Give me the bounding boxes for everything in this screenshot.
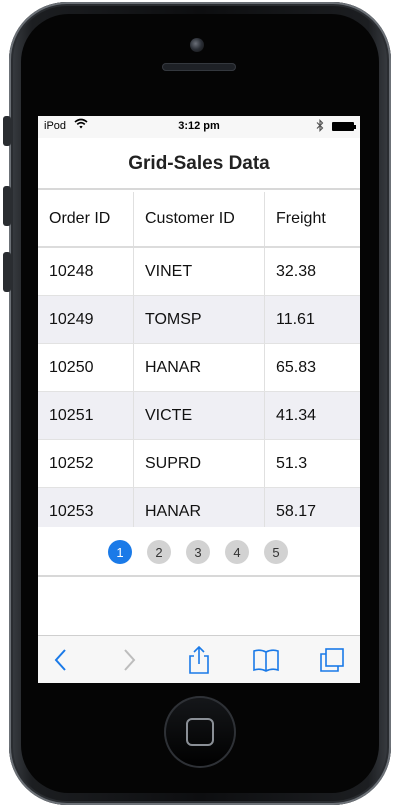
freight-cell: 11.61 — [264, 296, 360, 343]
screen: iPod 3:12 pm Grid-Sales Data Order ID Cu… — [38, 116, 360, 683]
order-id-cell: 10249 — [49, 310, 94, 328]
order-id-cell: 10250 — [49, 358, 94, 376]
table-row[interactable]: 10248 VINET 32.38 — [38, 248, 360, 296]
customer-id-cell: HANAR — [133, 344, 264, 391]
column-header-customer-id[interactable]: Customer ID — [133, 192, 264, 246]
status-time: 3:12 pm — [178, 120, 220, 132]
customer-id-cell: VINET — [133, 248, 264, 295]
bluetooth-icon — [316, 119, 324, 135]
freight-cell: 41.34 — [264, 392, 360, 439]
page-button-4[interactable]: 4 — [225, 540, 249, 564]
freight-cell: 32.38 — [264, 248, 360, 295]
tabs-icon[interactable] — [318, 646, 344, 674]
order-id-cell: 10252 — [49, 454, 94, 472]
page-title: Grid-Sales Data — [128, 153, 270, 174]
page-button-3[interactable]: 3 — [186, 540, 210, 564]
column-header-order-id[interactable]: Order ID — [38, 192, 133, 246]
table-row[interactable]: 10251 VICTE 41.34 — [38, 392, 360, 440]
volume-down-button — [3, 252, 11, 292]
customer-id-cell: VICTE — [133, 392, 264, 439]
battery-icon — [332, 122, 356, 131]
browser-toolbar — [38, 635, 360, 683]
freight-cell: 51.3 — [264, 440, 360, 487]
status-bar: iPod 3:12 pm — [38, 116, 360, 138]
home-button[interactable] — [164, 696, 236, 768]
grid-header: Order ID Customer ID Freight — [38, 192, 360, 248]
order-id-cell: 10248 — [49, 262, 94, 280]
customer-id-cell: TOMSP — [133, 296, 264, 343]
pager: 1 2 3 4 5 — [38, 527, 360, 577]
column-header-freight[interactable]: Freight — [264, 192, 360, 246]
customer-id-cell: SUPRD — [133, 440, 264, 487]
page-button-2[interactable]: 2 — [147, 540, 171, 564]
table-row[interactable]: 10250 HANAR 65.83 — [38, 344, 360, 392]
mute-switch — [3, 116, 11, 146]
table-row[interactable]: 10252 SUPRD 51.3 — [38, 440, 360, 488]
share-icon[interactable] — [186, 645, 212, 674]
page-button-5[interactable]: 5 — [264, 540, 288, 564]
page-button-1[interactable]: 1 — [108, 540, 132, 564]
table-row[interactable]: 10249 TOMSP 11.61 — [38, 296, 360, 344]
home-square-icon — [186, 718, 214, 746]
order-id-cell: 10251 — [49, 406, 94, 424]
title-bar: Grid-Sales Data — [38, 138, 360, 190]
back-icon[interactable] — [48, 646, 74, 674]
speaker-grille — [162, 63, 236, 71]
bookmarks-icon[interactable] — [252, 646, 279, 674]
volume-up-button — [3, 186, 11, 226]
sales-grid: Order ID Customer ID Freight 10248 VINET… — [38, 192, 360, 536]
freight-cell: 65.83 — [264, 344, 360, 391]
camera-icon — [190, 38, 204, 52]
forward-icon[interactable] — [116, 646, 142, 674]
